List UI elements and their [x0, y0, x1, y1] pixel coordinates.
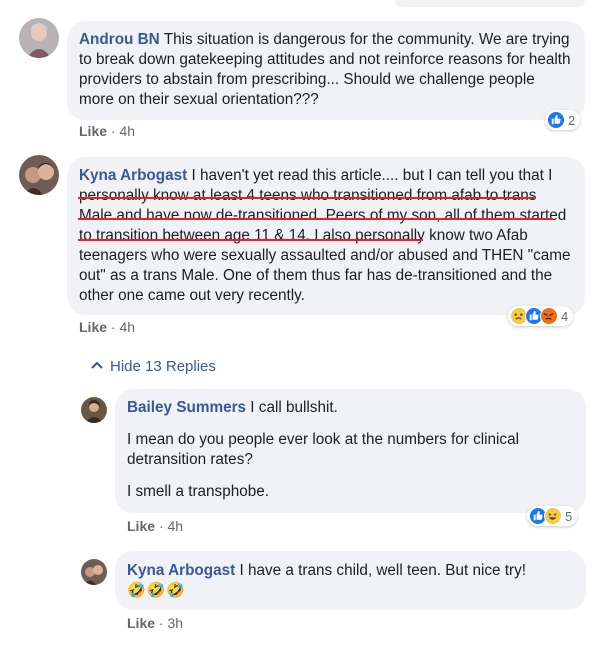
comment-actions: Like · 4h [79, 123, 135, 139]
comment-bubble: Kyna Arbogast I haven't yet read this ar… [67, 157, 585, 315]
like-button[interactable]: Like [79, 123, 107, 139]
avatar[interactable] [19, 155, 59, 195]
reply-text: I smell a transphobe. [127, 483, 269, 500]
reaction-summary[interactable]: 2 [545, 110, 581, 130]
reply-actions: Like · 3h [127, 615, 183, 631]
reply-bubble: Kyna Arbogast I have a trans child, well… [115, 551, 586, 610]
underline-annotation [78, 197, 534, 199]
reaction-summary[interactable]: 4 [508, 306, 574, 326]
previous-comment-bubble-edge [395, 0, 585, 7]
timestamp[interactable]: 3h [167, 615, 183, 631]
like-button[interactable]: Like [79, 319, 107, 335]
reply-author[interactable]: Bailey Summers [127, 399, 246, 416]
reply-actions: Like · 4h [127, 518, 183, 534]
like-button[interactable]: Like [127, 518, 155, 534]
timestamp[interactable]: 4h [119, 319, 135, 335]
comment-actions: Like · 4h [79, 319, 135, 335]
reaction-summary[interactable]: 5 [527, 506, 578, 526]
reaction-count: 4 [561, 308, 569, 324]
hide-replies-button[interactable]: Hide 13 Replies [90, 358, 216, 375]
underline-annotation [78, 239, 423, 241]
chevron-up-icon [91, 361, 103, 369]
reaction-count: 5 [565, 508, 573, 524]
reply-text: I mean do you people ever look at the nu… [127, 431, 519, 468]
hide-replies-label: Hide 13 Replies [110, 358, 216, 375]
reply-text: I have a trans child, well teen. But nic… [239, 562, 527, 579]
like-button[interactable]: Like [127, 615, 155, 631]
timestamp[interactable]: 4h [119, 123, 135, 139]
angry-icon [540, 307, 558, 325]
reply-author[interactable]: Kyna Arbogast [127, 562, 235, 579]
like-icon [547, 111, 565, 129]
comment-author[interactable]: Androu BN [79, 31, 160, 48]
comment-bubble: Androu BN This situation is dangerous fo… [67, 21, 585, 120]
avatar[interactable] [81, 559, 107, 585]
comment-text: I haven't yet read this article.... but … [79, 167, 571, 304]
rolling-laughing-emoji: 🤣🤣🤣 [127, 582, 187, 599]
haha-icon [544, 507, 562, 525]
timestamp[interactable]: 4h [167, 518, 183, 534]
avatar[interactable] [81, 397, 107, 423]
underline-annotation [78, 218, 553, 220]
comment-author[interactable]: Kyna Arbogast [79, 167, 187, 184]
avatar[interactable] [19, 18, 59, 58]
reaction-count: 2 [568, 112, 576, 128]
reply-text: I call bullshit. [250, 399, 338, 416]
reply-bubble: Bailey Summers I call bullshit. I mean d… [115, 389, 586, 513]
